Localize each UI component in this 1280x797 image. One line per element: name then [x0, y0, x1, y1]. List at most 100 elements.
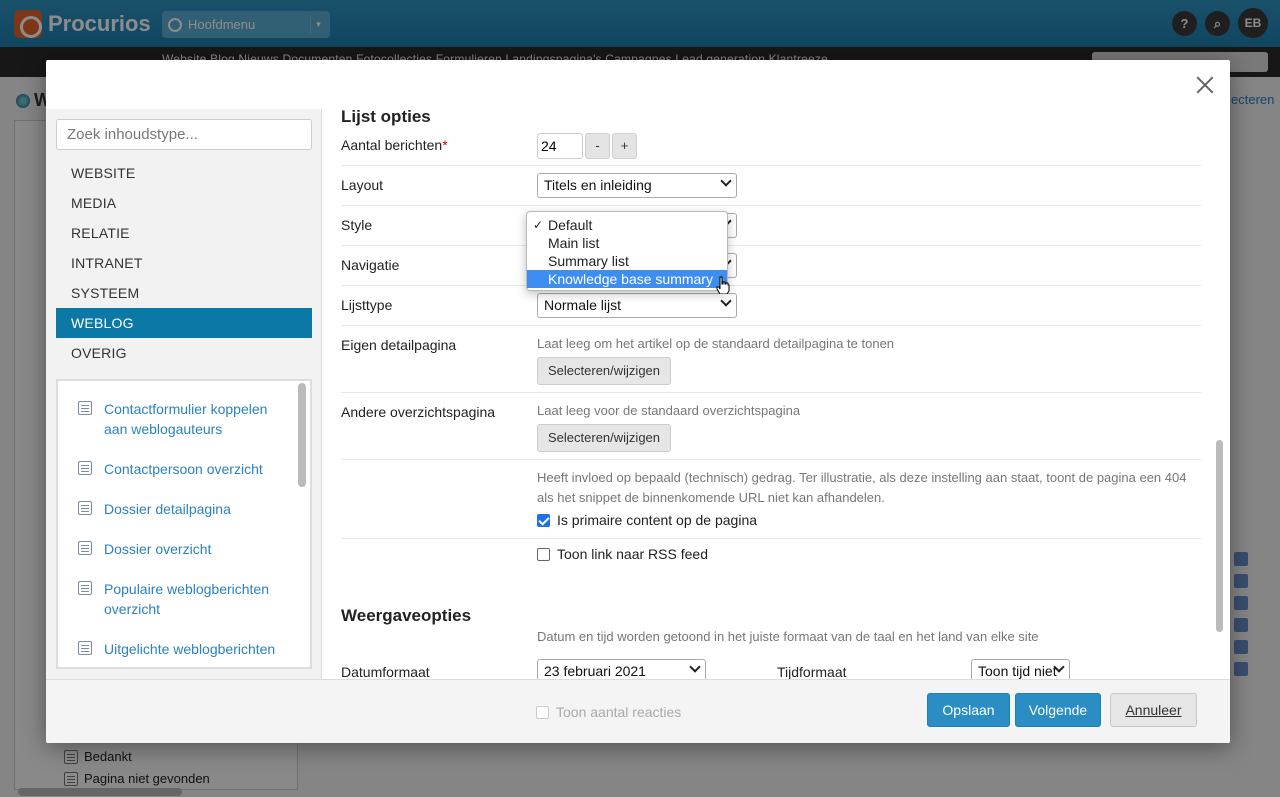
content-type-list: Contactformulier koppelen aan weblogaute…	[56, 379, 312, 669]
list-item-label: Dossier detailpagina	[104, 501, 231, 517]
list-item-label: Contactpersoon overzicht	[104, 461, 263, 477]
snippet-icon	[78, 541, 92, 555]
tijdformaat-select-value: Toon tijd niet	[978, 663, 1057, 679]
layout-label: Layout	[341, 177, 384, 193]
divider	[341, 205, 1201, 206]
list-item-label: Dossier overzicht	[104, 541, 212, 557]
list-scrollbar[interactable]	[298, 383, 306, 487]
datumformaat-select[interactable]: 23 februari 2021	[537, 659, 706, 679]
layout-select-value: Titels en inleiding	[544, 177, 652, 193]
category-website[interactable]: WEBSITE	[56, 158, 312, 188]
category-relatie[interactable]: RELATIE	[56, 218, 312, 248]
required-marker: *	[442, 137, 448, 153]
category-overig[interactable]: OVERIG	[56, 338, 312, 368]
style-label: Style	[341, 217, 373, 233]
form-scrollbar[interactable]	[1216, 440, 1223, 632]
aantal-input[interactable]	[537, 133, 583, 159]
list-item-label: Contactformulier koppelen aan weblogaute…	[104, 401, 268, 437]
list-item[interactable]: Contactformulier koppelen aan weblogaute…	[78, 399, 278, 439]
chevron-down-icon	[720, 295, 732, 307]
aantal-label: Aantal berichten*	[341, 137, 448, 153]
option-label: Knowledge base summary	[548, 271, 713, 287]
close-icon[interactable]	[1194, 74, 1216, 96]
andere-overzichtspagina-label: Andere overzichtspagina	[341, 404, 496, 420]
snippet-icon	[78, 641, 92, 655]
divider	[341, 459, 1201, 460]
chevron-down-icon	[720, 175, 732, 187]
select-overviewpage-button[interactable]: Selecteren/wijzigen	[537, 424, 672, 452]
reaction-count-checkbox: Toon aantal reacties	[536, 704, 681, 720]
next-button[interactable]: Volgende	[1015, 693, 1101, 727]
datumformaat-label: Datumformaat	[341, 664, 430, 679]
rss-label: Toon link naar RSS feed	[557, 546, 708, 562]
category-media[interactable]: MEDIA	[56, 188, 312, 218]
cancel-button[interactable]: Annuleer	[1110, 693, 1197, 727]
divider	[341, 285, 1201, 286]
lijsttype-select[interactable]: Normale lijst	[537, 293, 737, 318]
decrement-button[interactable]: -	[585, 133, 610, 159]
datumformaat-select-value: 23 februari 2021	[544, 663, 646, 679]
checkbox-disabled	[536, 705, 549, 719]
style-option-knowledge-base-summary[interactable]: Knowledge base summary	[527, 270, 727, 288]
lijsttype-label: Lijsttype	[341, 297, 393, 313]
eigen-detailpagina-label: Eigen detailpagina	[341, 337, 457, 353]
option-label: Summary list	[548, 253, 629, 269]
aantal-label-text: Aantal berichten	[341, 137, 443, 153]
layout-select[interactable]: Titels en inleiding	[537, 173, 737, 198]
divider	[341, 165, 1201, 166]
tijdformaat-label: Tijdformaat	[777, 664, 847, 679]
category-list: WEBSITE MEDIA RELATIE INTRANET SYSTEEM W…	[56, 158, 312, 368]
reaction-count-label: Toon aantal reacties	[556, 704, 682, 720]
andere-overzichtspagina-help: Laat leeg voor de standaard overzichtspa…	[537, 403, 801, 418]
checkbox-checked[interactable]	[537, 513, 550, 527]
navigatie-label: Navigatie	[341, 257, 400, 273]
chevron-down-icon	[689, 661, 701, 673]
display-options-help: Datum en tijd worden getoond in het juis…	[537, 629, 1039, 644]
snippet-icon	[78, 461, 92, 475]
lijsttype-select-value: Normale lijst	[544, 297, 622, 313]
eigen-detailpagina-help: Laat leeg om het artikel op de standaard…	[537, 336, 895, 351]
primary-content-checkbox[interactable]: Is primaire content op de pagina	[537, 512, 757, 528]
list-item-label: Uitgelichte weblogberichten	[104, 641, 276, 657]
hand-cursor-icon	[716, 276, 730, 294]
option-label: Main list	[548, 235, 600, 251]
save-button[interactable]: Opslaan	[927, 693, 1010, 727]
option-label: Default	[548, 217, 593, 233]
style-option-summary-list[interactable]: Summary list	[527, 252, 727, 270]
tijdformaat-select[interactable]: Toon tijd niet	[971, 659, 1070, 679]
checkmark-icon: ✓	[533, 218, 544, 232]
content-type-dialog: WEBSITE MEDIA RELATIE INTRANET SYSTEEM W…	[46, 60, 1230, 743]
select-detailpage-button[interactable]: Selecteren/wijzigen	[537, 357, 672, 385]
list-item[interactable]: Contactpersoon overzicht	[78, 459, 278, 479]
checkbox-unchecked[interactable]	[537, 547, 550, 561]
rss-checkbox[interactable]: Toon link naar RSS feed	[537, 546, 708, 562]
style-option-default[interactable]: ✓ Default	[527, 216, 727, 234]
dialog-footer: Toon aantal reacties Opslaan Volgende An…	[46, 679, 1230, 743]
snippet-icon	[78, 581, 92, 595]
divider	[341, 392, 1201, 393]
list-item[interactable]: Dossier detailpagina	[78, 499, 278, 519]
snippet-icon	[78, 501, 92, 515]
list-item-label: Populaire weblogberichten overzicht	[104, 581, 269, 617]
category-systeem[interactable]: SYSTEEM	[56, 278, 312, 308]
list-item[interactable]: Dossier overzicht	[78, 539, 278, 559]
category-intranet[interactable]: INTRANET	[56, 248, 312, 278]
list-item[interactable]: Uitgelichte weblogberichten	[78, 639, 278, 659]
content-type-search-input[interactable]	[56, 119, 312, 150]
section-title-display-options: Weergaveopties	[341, 606, 472, 625]
increment-button[interactable]: +	[612, 133, 637, 159]
content-type-picker: WEBSITE MEDIA RELATIE INTRANET SYSTEEM W…	[46, 109, 322, 679]
snippet-settings-form: Lijst opties Aantal berichten* - + Layou…	[323, 109, 1213, 679]
section-title-list-options: Lijst opties	[341, 109, 431, 126]
category-weblog[interactable]: WEBLOG	[56, 308, 312, 338]
primary-content-help-line1: Heeft invloed op bepaald (technisch) ged…	[537, 470, 1187, 485]
snippet-icon	[78, 401, 92, 415]
list-item[interactable]: Populaire weblogberichten overzicht	[78, 579, 278, 619]
divider	[341, 538, 1201, 539]
divider	[341, 325, 1201, 326]
style-dropdown-menu: ✓ Default Main list Summary list Knowledg…	[526, 211, 728, 291]
divider	[341, 245, 1201, 246]
primary-content-label: Is primaire content op de pagina	[557, 512, 758, 528]
primary-content-help-line2: als het snippet de binnenkomende URL nie…	[537, 490, 885, 505]
style-option-main-list[interactable]: Main list	[527, 234, 727, 252]
